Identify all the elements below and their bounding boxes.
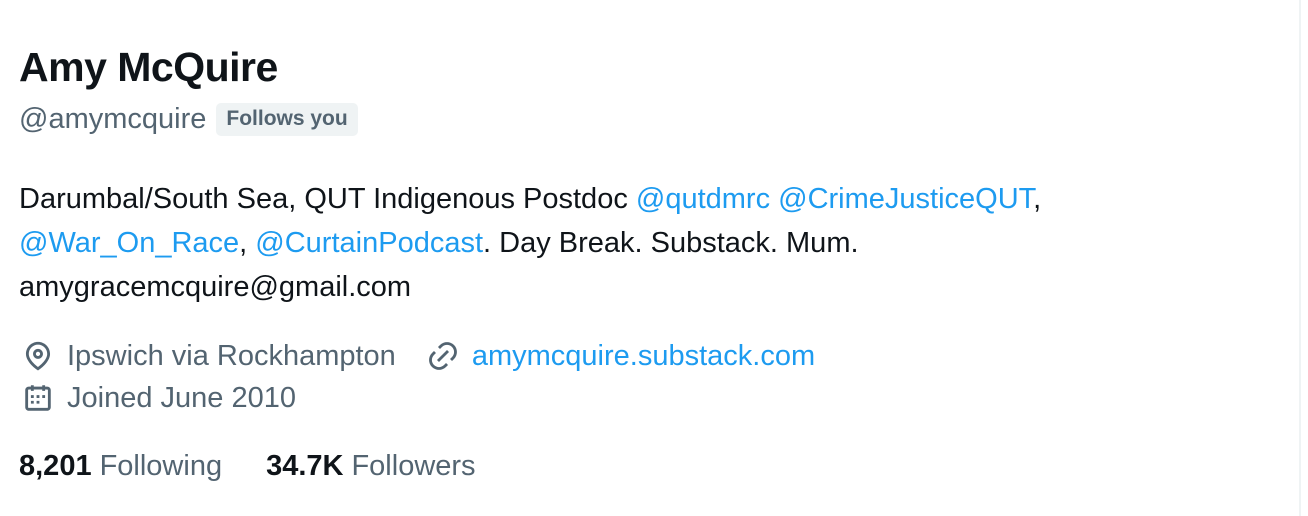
- profile-meta-row: Joined June 2010: [19, 378, 324, 418]
- bio: Darumbal/South Sea, QUT Indigenous Postd…: [19, 177, 1279, 309]
- following-count: 8,201: [19, 450, 92, 482]
- user-handle: @amymcquire: [19, 103, 207, 135]
- bio-text: Darumbal/South Sea, QUT Indigenous Postd…: [19, 183, 636, 215]
- followers-link[interactable]: 34.7K Followers: [266, 446, 475, 486]
- website-link[interactable]: amymcquire.substack.com: [472, 336, 815, 376]
- column-border: [1299, 0, 1301, 516]
- following-link[interactable]: 8,201 Following: [19, 446, 222, 486]
- followers-label: Followers: [351, 450, 476, 482]
- mention-link-crimejusticequt[interactable]: @CrimeJusticeQUT: [778, 183, 1033, 215]
- mention-link-qutdmrc[interactable]: @qutdmrc: [636, 183, 770, 215]
- bio-text: . Day Break. Substack. Mum.: [483, 227, 859, 259]
- calendar-icon: [19, 379, 57, 417]
- bio-space: [770, 183, 778, 215]
- bio-comma: ,: [239, 227, 256, 259]
- joined-text: Joined June 2010: [67, 382, 296, 414]
- follows-you-badge: Follows you: [216, 102, 358, 136]
- joined-item: Joined June 2010: [19, 378, 296, 418]
- location-item: Ipswich via Rockhampton: [19, 336, 396, 376]
- website-item: amymcquire.substack.com: [424, 336, 815, 376]
- location-pin-icon: [19, 337, 57, 375]
- location-text: Ipswich via Rockhampton: [67, 340, 396, 372]
- follow-stats: 8,201 Following 34.7K Followers: [19, 446, 520, 486]
- bio-email: amygracemcquire@gmail.com: [19, 271, 412, 303]
- mention-link-war-on-race[interactable]: @War_On_Race: [19, 227, 239, 259]
- mention-link-curtainpodcast[interactable]: @CurtainPodcast: [255, 227, 483, 259]
- link-icon: [424, 337, 462, 375]
- profile-meta-row: Ipswich via Rockhampton amymcquire.subst…: [19, 336, 843, 376]
- followers-count: 34.7K: [266, 450, 344, 482]
- following-label: Following: [99, 450, 223, 482]
- bio-comma: ,: [1033, 183, 1042, 215]
- handle-row: @amymcquire Follows you: [19, 100, 358, 138]
- display-name: Amy McQuire: [19, 44, 278, 90]
